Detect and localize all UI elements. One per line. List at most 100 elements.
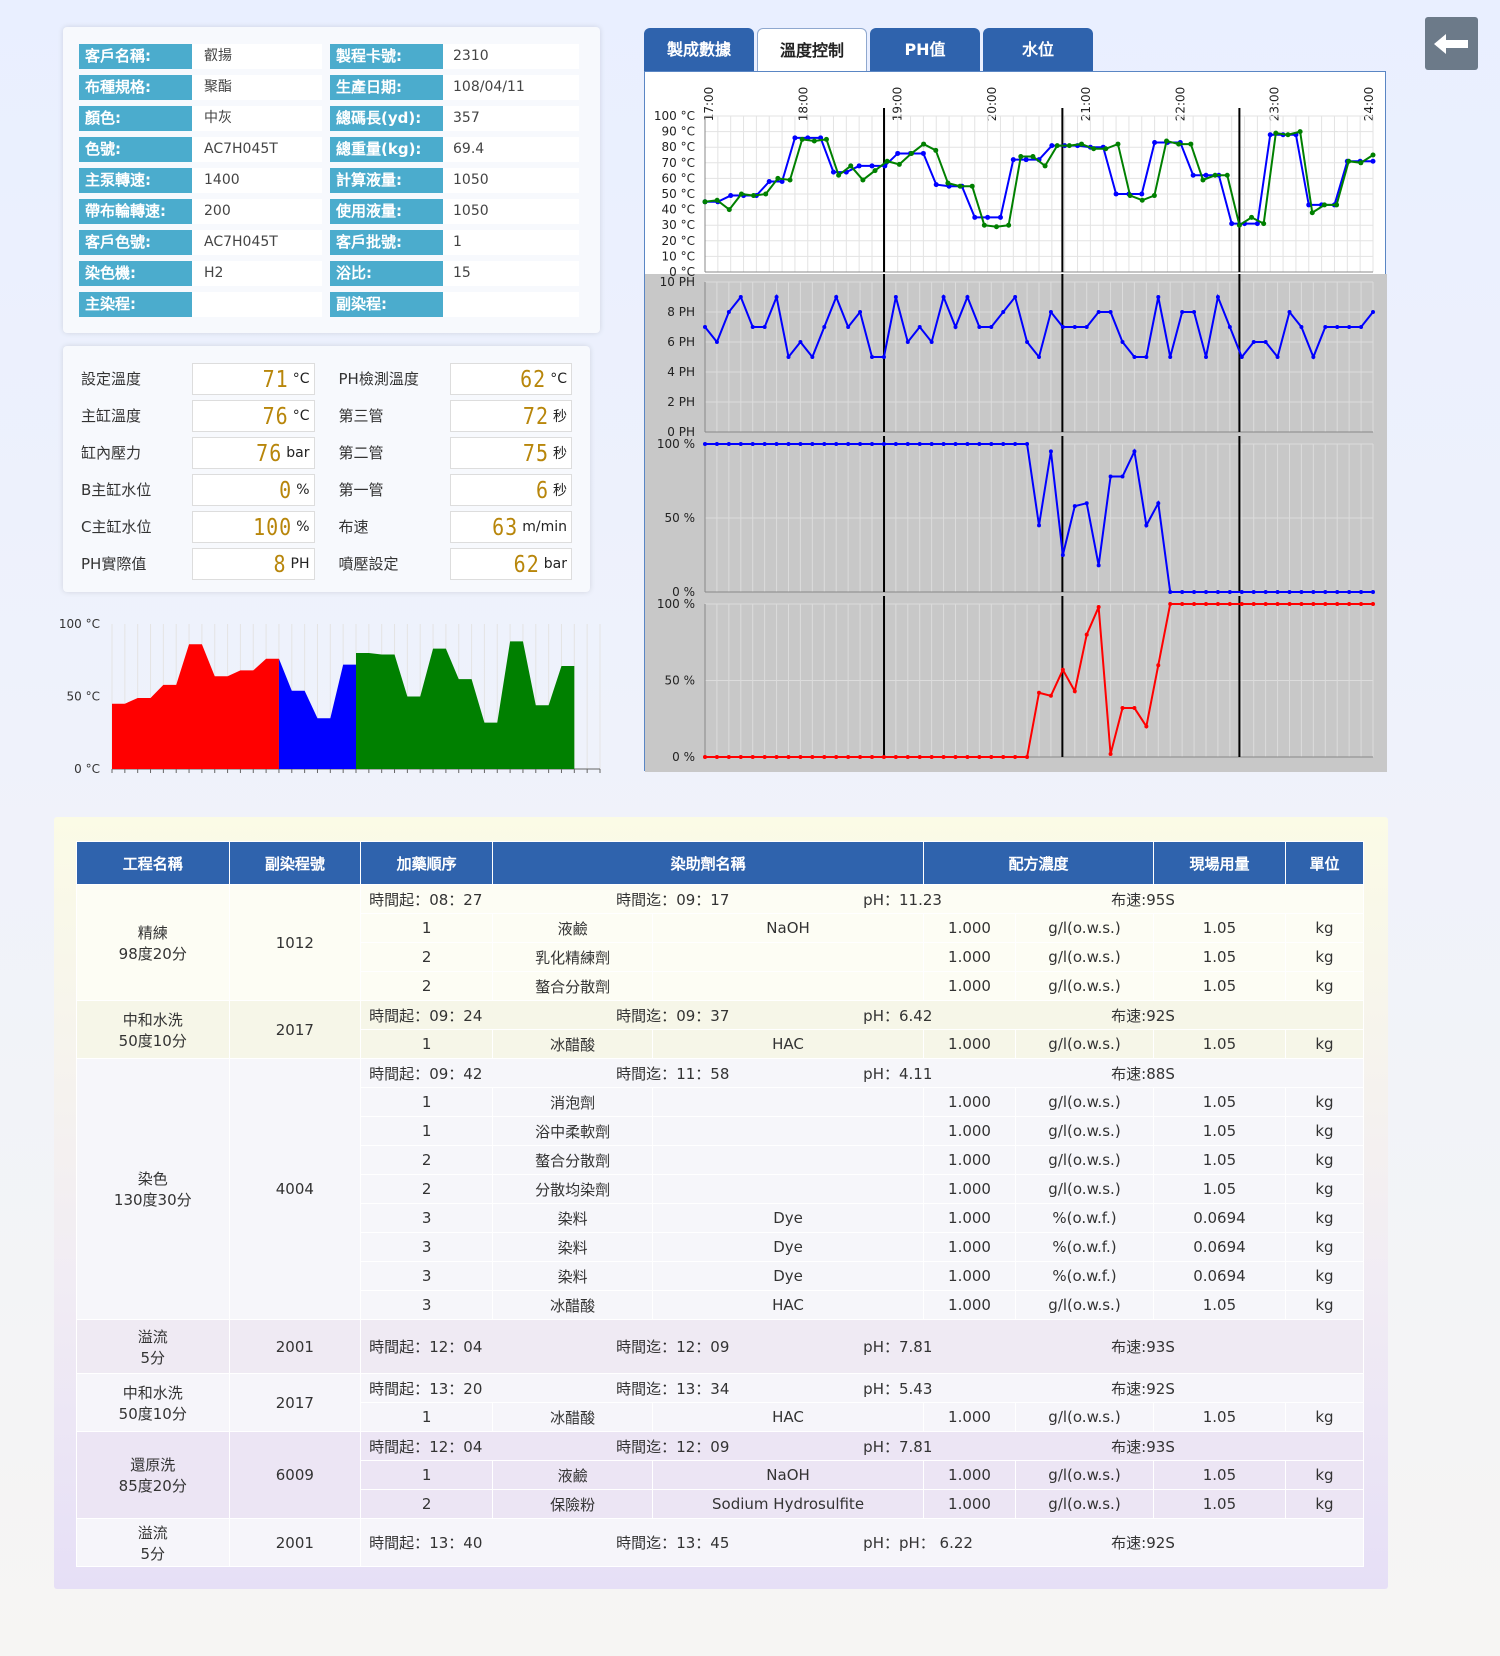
data-point: [792, 135, 798, 141]
tab-ph[interactable]: PH值: [870, 28, 980, 71]
data-point: [965, 755, 970, 759]
quantity-cell: 1.05: [1152, 1489, 1286, 1519]
chemical-cell: NaOH: [652, 1460, 925, 1490]
gauge-label: PH檢測溫度: [338, 370, 419, 388]
data-point: [1359, 325, 1364, 329]
data-point: [965, 295, 970, 299]
data-point: [1132, 449, 1137, 454]
data-point: [895, 150, 901, 156]
info-row: 客戶色號: AC7H045T 客戶批號: 1: [79, 227, 584, 258]
area-chart-svg: 100 °C 50 °C 0 °C: [59, 617, 601, 776]
data-point: [1275, 602, 1280, 606]
col-concentration: 配方濃度: [923, 841, 1154, 885]
data-point: [985, 214, 991, 220]
concentration-cell: 1.000: [923, 971, 1016, 1001]
data-point: [1096, 310, 1101, 314]
data-point: [834, 442, 839, 446]
data-point: [1156, 501, 1161, 506]
agent-cell: 乳化精練劑: [492, 942, 654, 972]
data-point: [1263, 340, 1268, 344]
order-cell: 2: [360, 1489, 494, 1519]
data-point: [1037, 355, 1041, 359]
time-segment: 布速:93S: [1111, 1436, 1311, 1457]
gauge-value: 8: [273, 549, 287, 578]
time-segment: pH：7.81: [863, 1436, 1111, 1457]
data-point: [1287, 310, 1292, 314]
y-tick-label: 70 °C: [662, 156, 695, 170]
info-label: 副染程:: [330, 292, 443, 317]
end-time: 11：58: [676, 1064, 730, 1083]
gauge-value: 0: [279, 475, 293, 504]
col-sub-code: 副染程號: [228, 841, 362, 885]
time-info: 時間起：08：27 時間迄：09：17 pH：11.23 布速:95S: [369, 889, 1363, 910]
order-cell: 3: [360, 1261, 494, 1291]
info-value: [443, 292, 579, 317]
data-point: [933, 147, 939, 153]
gauge-panel: 設定溫度 71 °C PH檢測溫度 62 °C 主缸溫度 76 °C 第三管 72 秒缸內壓力 76 ba…: [63, 346, 590, 592]
chemical-cell: [652, 1174, 925, 1204]
gauge-readout: 71 °C: [192, 362, 315, 395]
gauge-label: PH實際值: [81, 555, 147, 573]
gauge-value: 76: [262, 401, 289, 430]
data-point: [846, 755, 851, 759]
gauge-readout: 72 秒: [449, 399, 572, 432]
data-point: [1180, 602, 1185, 606]
data-point: [848, 163, 854, 169]
data-point: [1001, 755, 1006, 759]
gauge-unit: °C: [550, 370, 567, 387]
order-cell: 2: [360, 1145, 494, 1175]
table-row: 中和水洗 50度10分 2017 時間起：13：20 時間迄：13：34 pH：5.43 布…: [76, 1373, 1364, 1432]
time-segment: pH：11.23: [863, 889, 1111, 910]
y-tick-label: 4 PH: [667, 365, 695, 379]
speed-value: 92S: [1146, 1534, 1175, 1552]
concentration-cell: 1.000: [923, 1402, 1016, 1432]
unit-cell: kg: [1284, 971, 1365, 1001]
quantity-cell: 1.05: [1152, 1029, 1286, 1059]
unit-cell: kg: [1284, 1029, 1365, 1059]
data-point: [1204, 590, 1208, 594]
start-label: 時間起：: [369, 1006, 430, 1025]
unit-cell: kg: [1284, 1174, 1365, 1204]
gauge-unit: 秒: [553, 408, 567, 425]
concentration-cell: 1.000: [923, 1232, 1016, 1262]
info-value: 1400: [192, 168, 322, 193]
process-name: 精練: [137, 923, 168, 942]
process-duration: 130度30分: [113, 1191, 192, 1209]
ph-label: pH：: [863, 1534, 899, 1552]
concentration-cell: 1.000: [923, 1029, 1016, 1059]
tab-production-data[interactable]: 製成數據: [644, 28, 754, 71]
speed-label: 布速:: [1111, 1379, 1147, 1398]
data-point: [750, 755, 755, 759]
data-point: [1084, 501, 1089, 506]
info-value: AC7H045T: [192, 137, 322, 162]
unit-cell: kg: [1284, 1087, 1365, 1117]
data-point: [703, 325, 707, 329]
tab-water-level[interactable]: 水位: [983, 28, 1093, 71]
data-point: [1215, 295, 1220, 299]
end-time: 13：45: [676, 1534, 730, 1552]
time-info: 時間起：09：24 時間迄：09：37 pH：6.42 布速:92S: [369, 1005, 1363, 1026]
y-tick-label: 2 PH: [667, 395, 695, 409]
info-row: 帶布輪轉速: 200 使用液量: 1050: [79, 196, 584, 227]
time-segment: 時間起：09：42: [369, 1063, 616, 1084]
data-point: [1013, 442, 1018, 446]
data-point: [1072, 325, 1077, 329]
data-point: [703, 442, 707, 446]
data-point: [957, 183, 963, 189]
back-button[interactable]: [1425, 17, 1478, 70]
data-point: [869, 163, 875, 169]
col-process-name: 工程名稱: [76, 841, 230, 885]
data-point: [1335, 325, 1340, 329]
data-point: [1079, 141, 1085, 147]
info-label: 使用液量:: [330, 199, 443, 224]
data-point: [703, 755, 707, 759]
data-point: [1164, 138, 1170, 144]
gauge-unit: m/min: [522, 518, 567, 535]
data-point: [1176, 141, 1182, 147]
data-point: [798, 442, 803, 446]
info-label: 主染程:: [79, 292, 192, 317]
unit-cell: kg: [1284, 913, 1365, 943]
data-point: [1309, 210, 1315, 216]
data-point: [1006, 222, 1012, 228]
tab-temperature-control[interactable]: 溫度控制: [757, 28, 867, 71]
